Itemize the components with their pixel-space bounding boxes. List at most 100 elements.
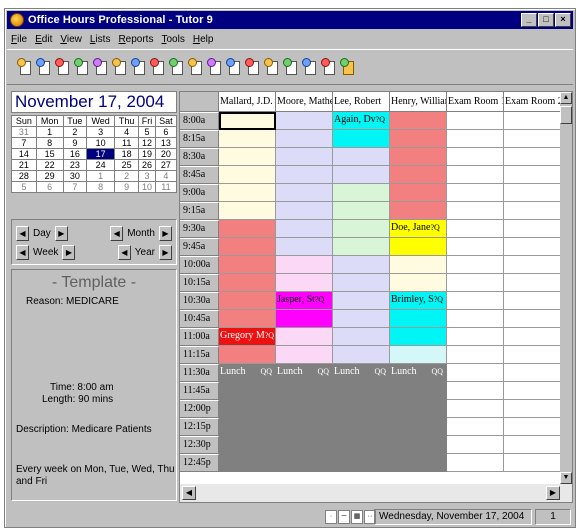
- calendar-day[interactable]: 28: [11, 170, 37, 182]
- scroll-down-arrow-icon[interactable]: ▼: [560, 472, 572, 484]
- appointment-slot[interactable]: [219, 184, 276, 202]
- appointment-slot[interactable]: [447, 112, 504, 130]
- menu-view[interactable]: View: [56, 34, 86, 45]
- appointment-slot[interactable]: [390, 436, 447, 454]
- appointment-slot[interactable]: [504, 166, 561, 184]
- provider-column-header[interactable]: Lee, Robert: [333, 92, 390, 112]
- appointment-slot[interactable]: [276, 148, 333, 166]
- calendar-day[interactable]: 25: [114, 159, 140, 171]
- appointment-slot[interactable]: [447, 238, 504, 256]
- appointment-slot[interactable]: [276, 184, 333, 202]
- calendar-day[interactable]: 17: [86, 148, 116, 160]
- next-year-button[interactable]: ▶: [159, 244, 172, 260]
- appointment-slot[interactable]: [219, 148, 276, 166]
- provider-column-header[interactable]: Moore, Mathe: [276, 92, 333, 112]
- calendar-day[interactable]: 7: [11, 137, 37, 149]
- provider-column-header[interactable]: Exam Room 2: [504, 92, 561, 112]
- appointment-slot[interactable]: [447, 454, 504, 472]
- patient-icon[interactable]: [319, 55, 337, 79]
- appointment-slot[interactable]: [219, 436, 276, 454]
- appointment-slot[interactable]: [333, 454, 390, 472]
- appointment-slot[interactable]: [390, 310, 447, 328]
- patient-icon[interactable]: [72, 55, 90, 79]
- appointment-slot[interactable]: [504, 310, 561, 328]
- next-week-button[interactable]: ▶: [62, 244, 76, 260]
- calendar-day[interactable]: 5: [138, 126, 156, 138]
- patient-icon[interactable]: [262, 55, 280, 79]
- appointment-slot[interactable]: [390, 418, 447, 436]
- appointment-slot[interactable]: [390, 112, 447, 130]
- patient-icon[interactable]: [186, 55, 204, 79]
- dot-view-icon[interactable]: ·: [325, 510, 337, 524]
- appointment-slot[interactable]: [390, 346, 447, 364]
- appointment-slot[interactable]: [276, 166, 333, 184]
- calendar-day[interactable]: 12: [138, 137, 156, 149]
- scroll-up-arrow-icon[interactable]: ▲: [560, 92, 572, 104]
- appointment-slot[interactable]: Lunch QQ: [219, 364, 276, 382]
- appointment-slot[interactable]: [390, 274, 447, 292]
- appointment-slot[interactable]: [390, 328, 447, 346]
- appointment-slot[interactable]: [219, 202, 276, 220]
- calendar-day[interactable]: 11: [114, 137, 140, 149]
- calendar-day[interactable]: 3: [138, 170, 156, 182]
- calendar-day[interactable]: 18: [114, 148, 140, 160]
- provider-column-header[interactable]: Mallard, J.D.: [219, 92, 276, 112]
- appointment-slot[interactable]: [504, 382, 561, 400]
- appointment-slot[interactable]: [333, 436, 390, 454]
- calendar-day[interactable]: 27: [154, 159, 178, 171]
- calendar-day[interactable]: 15: [35, 148, 64, 160]
- appointment-slot[interactable]: [390, 400, 447, 418]
- appointment-slot[interactable]: [504, 148, 561, 166]
- appointment-slot[interactable]: [276, 274, 333, 292]
- appointment-slot[interactable]: [447, 310, 504, 328]
- appointment-slot[interactable]: [219, 112, 276, 130]
- appointment-slot[interactable]: [219, 130, 276, 148]
- appointment-slot[interactable]: [333, 202, 390, 220]
- appointment-slot[interactable]: [390, 202, 447, 220]
- calendar-day[interactable]: 1: [35, 126, 64, 138]
- appointment-slot[interactable]: Lunch QQ: [333, 364, 390, 382]
- calendar-day[interactable]: 31: [11, 126, 37, 138]
- appointment-slot[interactable]: [504, 328, 561, 346]
- appointment-slot[interactable]: [219, 454, 276, 472]
- appointment-slot[interactable]: [390, 238, 447, 256]
- appointment-slot[interactable]: [276, 256, 333, 274]
- close-button[interactable]: ×: [555, 13, 571, 27]
- appointment-slot[interactable]: [504, 418, 561, 436]
- appointment-slot[interactable]: [333, 292, 390, 310]
- patient-icon[interactable]: [53, 55, 71, 79]
- appointment-slot[interactable]: [219, 238, 276, 256]
- calendar-day[interactable]: 14: [11, 148, 37, 160]
- calendar-day[interactable]: 23: [62, 159, 88, 171]
- calendar-day[interactable]: 2: [114, 170, 140, 182]
- patient-icon[interactable]: [300, 55, 318, 79]
- appointment-slot[interactable]: [504, 292, 561, 310]
- calendar-day[interactable]: 1: [86, 170, 116, 182]
- prev-year-button[interactable]: ◀: [117, 244, 131, 260]
- appointment-slot[interactable]: [219, 382, 276, 400]
- appointment-slot[interactable]: [333, 400, 390, 418]
- appointment-slot[interactable]: [219, 400, 276, 418]
- appointment-slot[interactable]: [504, 346, 561, 364]
- vertical-scroll-thumb[interactable]: [560, 106, 572, 124]
- dash-view-icon[interactable]: ─: [338, 510, 350, 524]
- provider-column-header[interactable]: Henry, William: [390, 92, 447, 112]
- appointment-slot[interactable]: [219, 310, 276, 328]
- calendar-day[interactable]: 10: [138, 181, 156, 193]
- appointment-slot[interactable]: [504, 256, 561, 274]
- calendar-day[interactable]: 19: [138, 148, 156, 160]
- appointment-slot[interactable]: [333, 256, 390, 274]
- calendar-day[interactable]: 26: [138, 159, 156, 171]
- appointment-slot[interactable]: [276, 112, 333, 130]
- appointment-slot[interactable]: [447, 400, 504, 418]
- calendar-day[interactable]: 4: [114, 126, 140, 138]
- appointment-slot[interactable]: [504, 202, 561, 220]
- appointment-slot[interactable]: Brimley, S?Q: [390, 292, 447, 310]
- appointment-slot[interactable]: [276, 220, 333, 238]
- appointment-slot[interactable]: [504, 184, 561, 202]
- appointment-slot[interactable]: [504, 238, 561, 256]
- calendar-day[interactable]: 11: [154, 181, 178, 193]
- patient-icon[interactable]: [91, 55, 109, 79]
- appointment-slot[interactable]: [390, 454, 447, 472]
- calendar-day[interactable]: 6: [154, 126, 178, 138]
